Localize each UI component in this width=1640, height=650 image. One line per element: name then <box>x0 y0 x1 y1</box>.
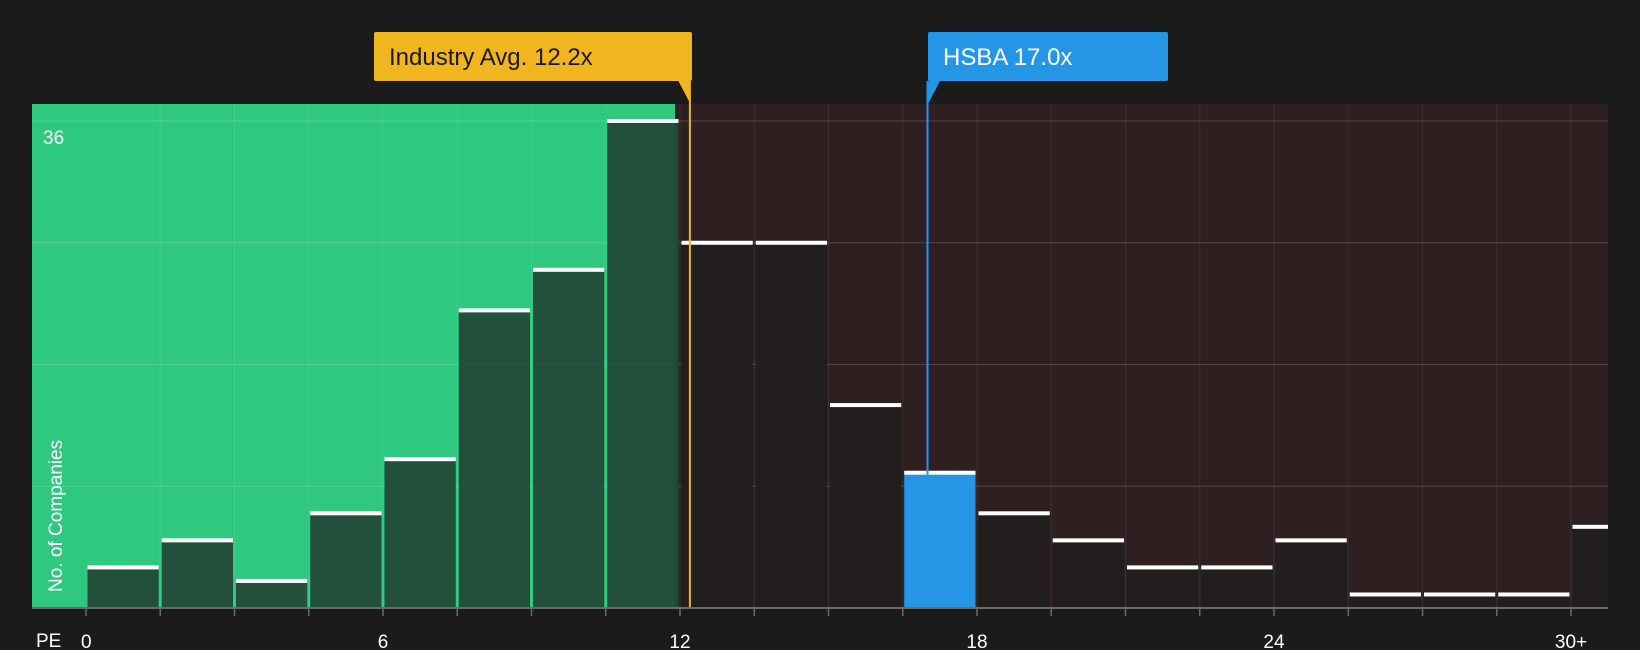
histogram-bar <box>1275 540 1347 608</box>
histogram-bar <box>384 459 456 608</box>
histogram-bar <box>1498 594 1570 608</box>
histogram-bar-top <box>755 240 827 245</box>
histogram-bar <box>978 513 1050 608</box>
histogram-bar <box>1349 594 1421 608</box>
histogram-bar-top <box>1424 592 1496 597</box>
industry-average-label: Industry Avg. 12.2x <box>389 44 593 71</box>
histogram-bar <box>87 567 159 608</box>
histogram-bar <box>607 121 679 608</box>
histogram-bar <box>458 310 530 608</box>
histogram-bar <box>830 405 902 608</box>
histogram-bar <box>1424 594 1496 608</box>
histogram-bar-top <box>87 565 159 570</box>
histogram-bar-top <box>1275 538 1347 543</box>
y-max-label: 36 <box>43 128 64 149</box>
histogram-bar <box>1052 540 1124 608</box>
histogram-bar <box>1127 567 1199 608</box>
histogram-bar-top <box>830 403 902 408</box>
histogram-bar <box>681 242 753 608</box>
histogram-bar <box>161 540 233 608</box>
histogram-bar-top <box>1201 565 1273 570</box>
histogram-bar-top <box>1572 524 1608 529</box>
histogram-bar-top <box>978 511 1050 516</box>
histogram-bar <box>1572 526 1608 608</box>
x-axis-title: PE <box>36 631 61 650</box>
company-pe-label: HSBA 17.0x <box>943 44 1072 71</box>
x-tick-label: 6 <box>378 632 389 650</box>
histogram-bar-top <box>607 119 679 123</box>
histogram-bar-top <box>533 267 605 272</box>
histogram-bar-top <box>458 308 530 313</box>
histogram-bar <box>310 513 382 608</box>
histogram-bar <box>533 269 605 608</box>
y-axis-title: No. of Companies <box>46 440 67 592</box>
histogram-bar-top <box>1498 592 1570 597</box>
histogram-bar-top <box>1127 565 1199 570</box>
histogram-bar-top <box>1349 592 1421 597</box>
x-tick-label: 30+ <box>1555 632 1587 650</box>
histogram-bar-top <box>236 578 308 583</box>
histogram-bar <box>1201 567 1273 608</box>
histogram-bar <box>236 580 308 608</box>
histogram-bar <box>755 242 827 608</box>
x-tick-label: 24 <box>1263 632 1285 650</box>
histogram-bar-top <box>1052 538 1124 543</box>
histogram-bar-top <box>310 511 382 516</box>
histogram-bar-top <box>161 538 233 543</box>
histogram-bar-top <box>904 470 976 475</box>
x-tick-label: 0 <box>81 632 92 650</box>
x-tick-label: 18 <box>966 632 987 650</box>
histogram-bar-top <box>681 240 753 245</box>
x-tick-label: 12 <box>669 632 690 650</box>
histogram-bar <box>904 472 976 608</box>
histogram-bar-top <box>384 457 456 462</box>
pe-histogram-chart: Industry Avg. 12.2x HSBA 17.0x 0 6 12 18 24 30… <box>0 0 1640 650</box>
